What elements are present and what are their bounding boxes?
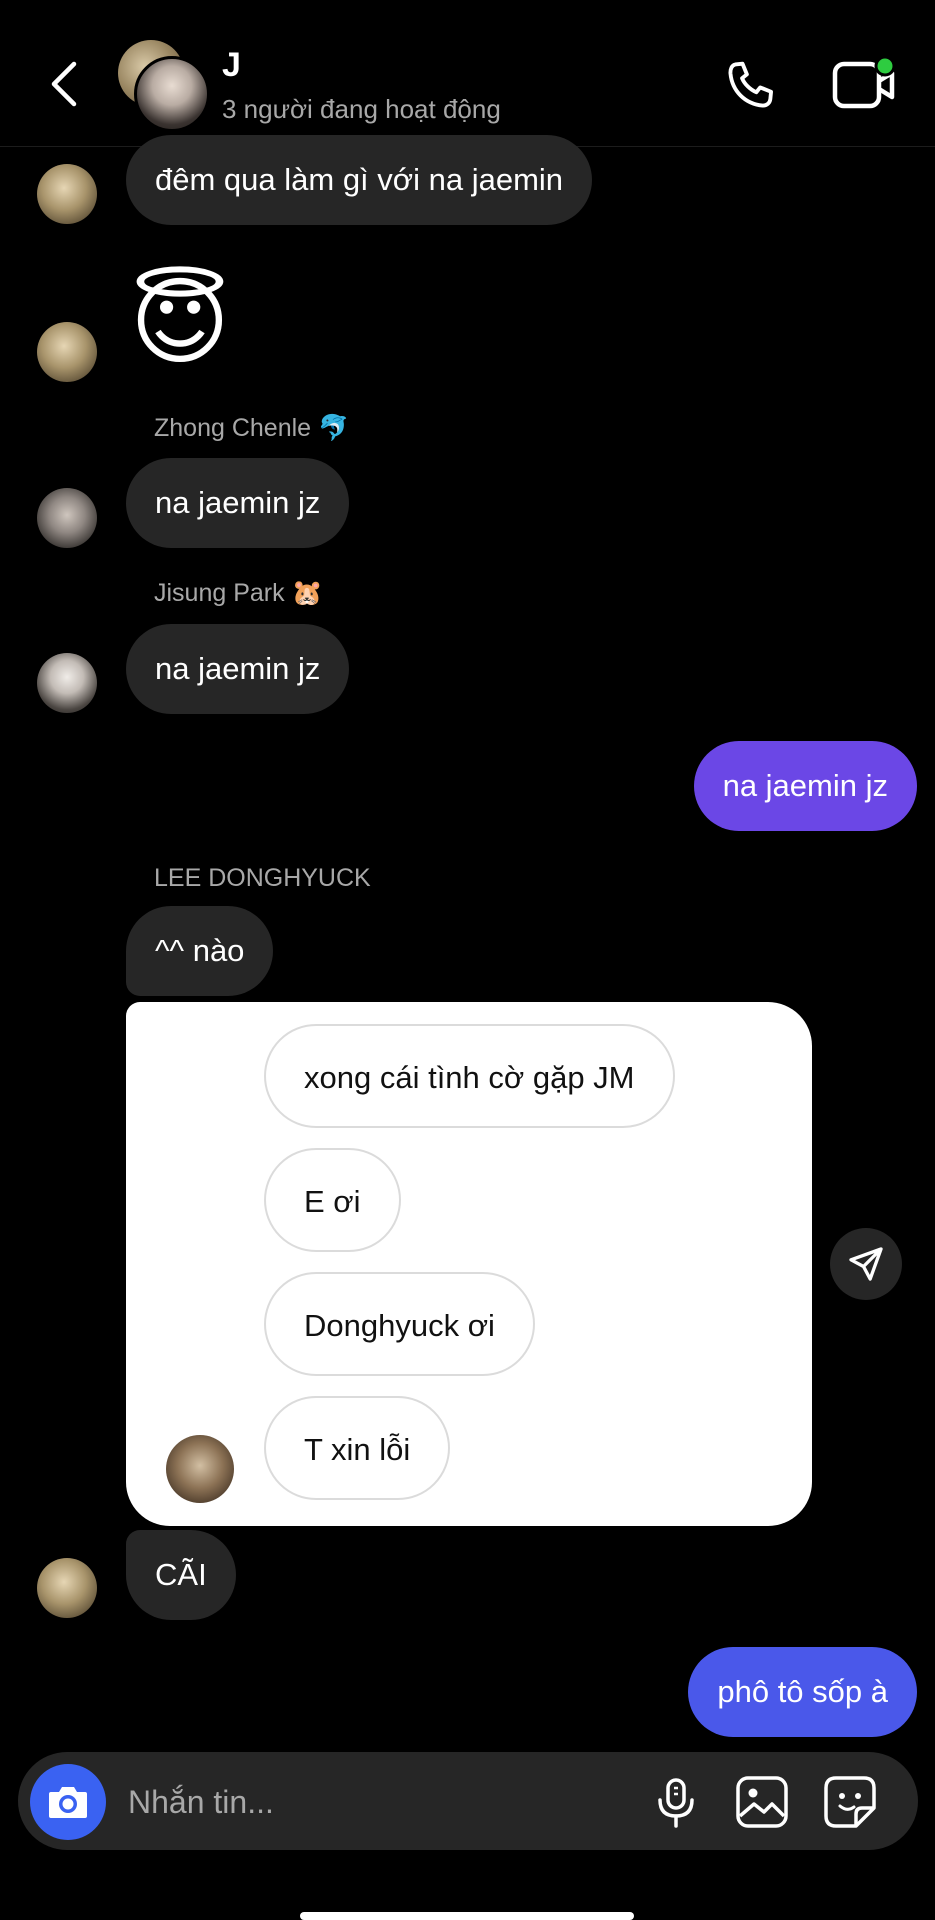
microphone-icon[interactable] xyxy=(648,1774,704,1830)
gallery-icon[interactable] xyxy=(734,1774,790,1830)
message-bubble[interactable]: na jaemin jz xyxy=(126,624,350,714)
message-bubble[interactable]: đêm qua làm gì với na jaemin xyxy=(126,135,593,225)
camera-button[interactable] xyxy=(30,1764,106,1840)
group-avatar[interactable] xyxy=(116,38,212,134)
message-bubble[interactable]: CÃI xyxy=(126,1530,236,1620)
card-message-line: E ơi xyxy=(264,1148,401,1252)
avatar[interactable] xyxy=(37,164,97,224)
chat-title[interactable]: J xyxy=(222,46,241,85)
avatar[interactable] xyxy=(37,488,97,548)
card-message-line: Donghyuck ơi xyxy=(264,1272,535,1376)
message-composer xyxy=(18,1752,918,1852)
online-indicator xyxy=(874,56,896,77)
active-status: 3 người đang hoạt động xyxy=(222,94,501,124)
emoji-message[interactable]: 😇 xyxy=(130,268,230,378)
outgoing-message-bubble[interactable]: phô tô sốp à xyxy=(688,1647,917,1737)
avatar[interactable] xyxy=(37,322,97,382)
message-bubble[interactable]: na jaemin jz xyxy=(126,458,350,548)
phone-icon[interactable] xyxy=(722,56,780,114)
avatar xyxy=(134,56,210,132)
share-button[interactable] xyxy=(830,1228,902,1300)
back-icon[interactable] xyxy=(44,56,88,112)
avatar xyxy=(166,1435,234,1503)
message-bubble[interactable]: ^^ nào xyxy=(126,906,274,996)
sticker-icon[interactable] xyxy=(822,1774,878,1830)
chat-header: J 3 người đang hoạt động xyxy=(0,0,935,147)
sender-name: LEE DONGHYUCK xyxy=(154,864,371,892)
sender-name: Jisung Park 🐹 xyxy=(154,579,323,607)
message-input[interactable] xyxy=(126,1752,550,1852)
send-icon xyxy=(849,1247,883,1281)
card-message-line: T xin lỗi xyxy=(264,1396,451,1500)
sender-name: Zhong Chenle 🐬 xyxy=(154,414,350,442)
shared-post-card[interactable]: xong cái tình cờ gặp JM E ơi Donghyuck ơ… xyxy=(126,1002,812,1526)
camera-icon xyxy=(49,1787,87,1818)
card-message-line: xong cái tình cờ gặp JM xyxy=(264,1024,675,1128)
avatar[interactable] xyxy=(37,1558,97,1618)
video-call-icon[interactable] xyxy=(832,56,896,112)
home-indicator xyxy=(300,1912,634,1920)
outgoing-message-bubble[interactable]: na jaemin jz xyxy=(693,741,917,831)
avatar[interactable] xyxy=(37,653,97,713)
